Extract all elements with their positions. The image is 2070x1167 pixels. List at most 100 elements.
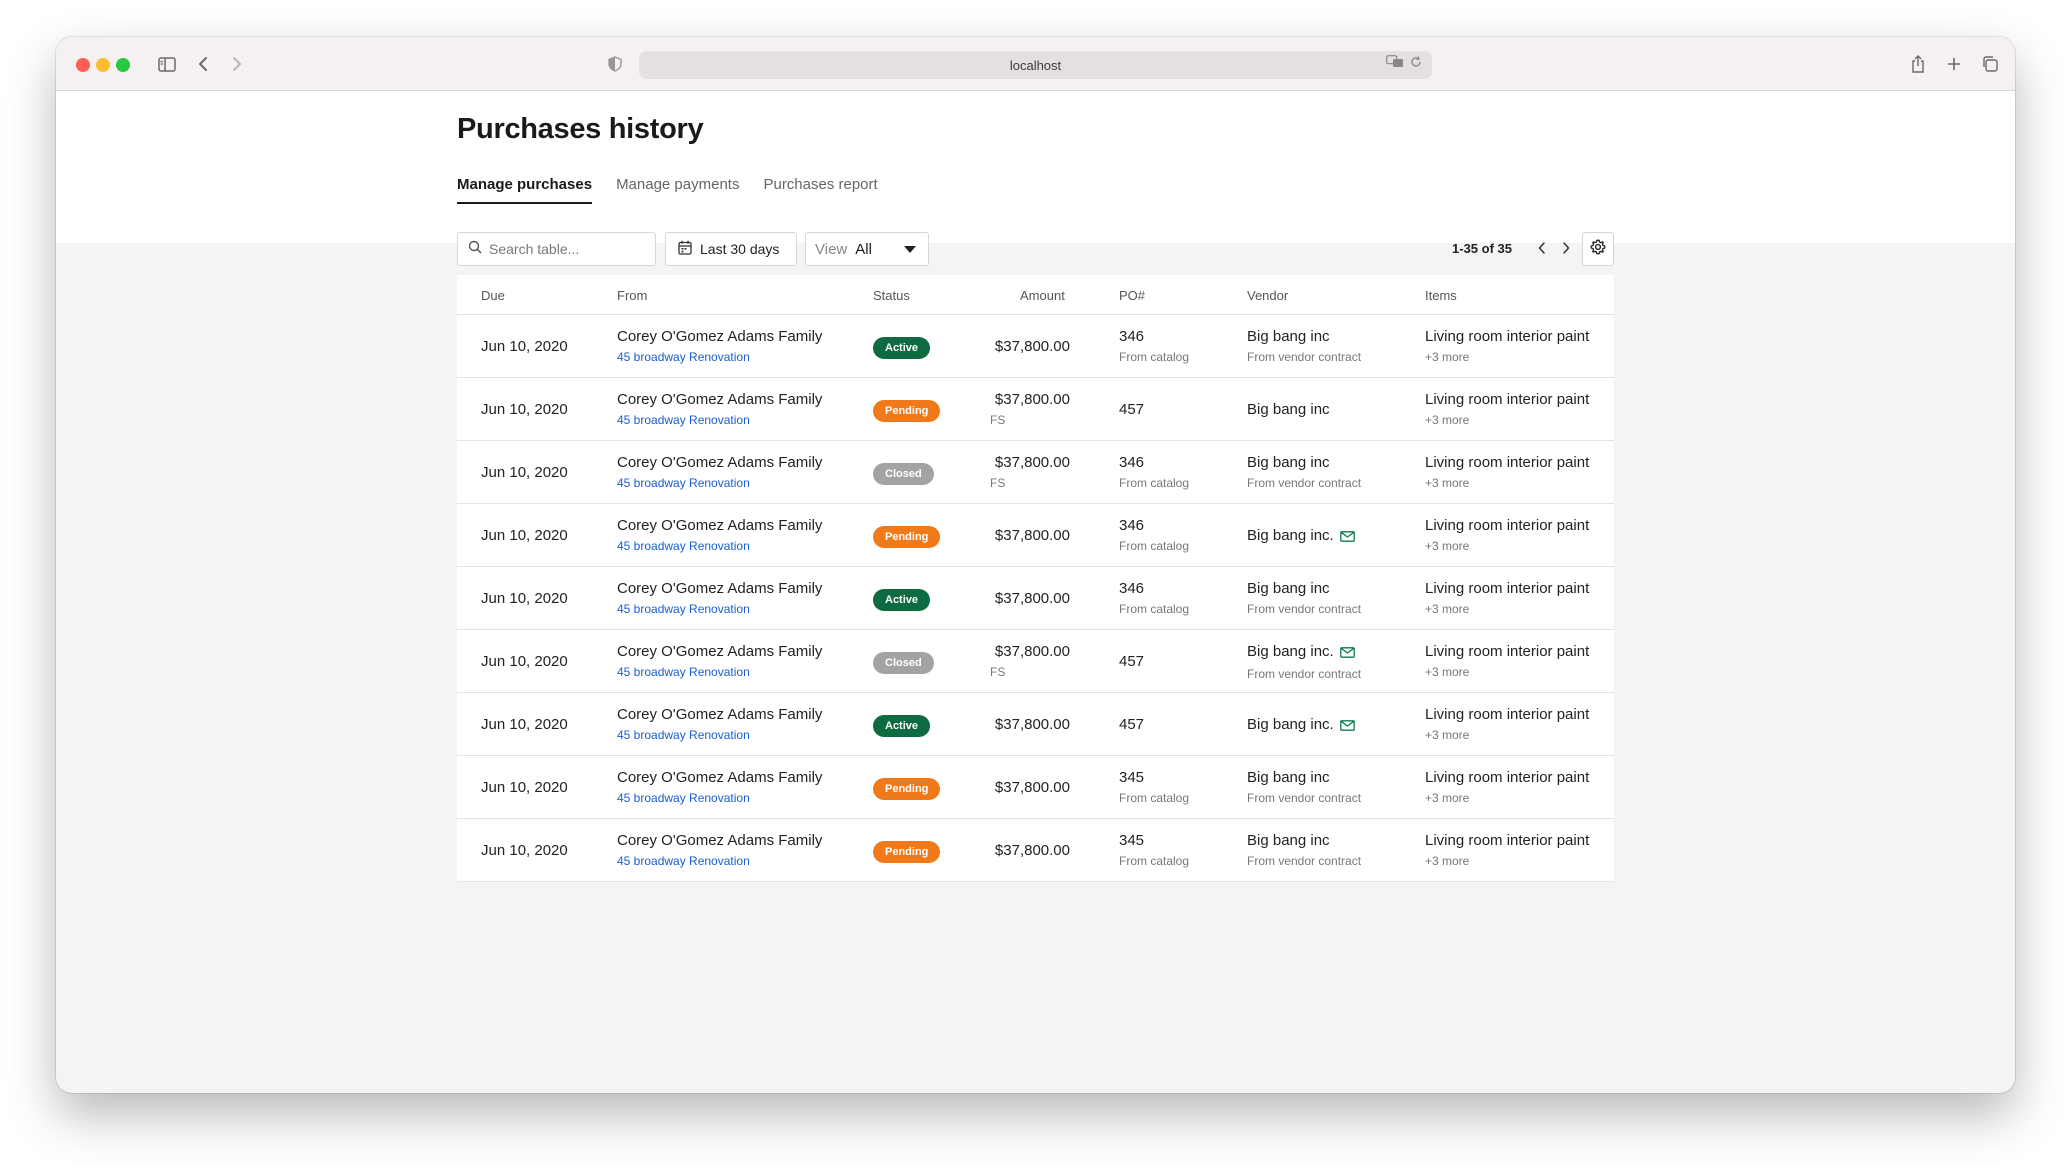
vendor-name-line: Big bang inc xyxy=(1247,328,1361,346)
items-more[interactable]: +3 more xyxy=(1425,790,1589,806)
po-note: From catalog xyxy=(1119,539,1190,553)
table-row[interactable]: Jun 10, 2020 Corey O'Gomez Adams Family 45… xyxy=(457,315,1614,378)
column-header-vendor[interactable]: Vendor xyxy=(1247,288,1288,303)
items-more[interactable]: +3 more xyxy=(1425,349,1589,365)
project-link[interactable]: 45 broadway Renovation xyxy=(617,349,822,365)
items-more[interactable]: +3 more xyxy=(1425,853,1589,869)
mail-icon[interactable] xyxy=(1339,718,1355,736)
table-row[interactable]: Jun 10, 2020 Corey O'Gomez Adams Family 45… xyxy=(457,693,1614,756)
items-cell: Living room interior paint +3 more xyxy=(1425,517,1589,554)
po-number: 457 xyxy=(1119,401,1145,418)
column-header-due[interactable]: Due xyxy=(481,288,505,303)
sidebar-toggle-icon[interactable] xyxy=(154,51,180,77)
amount-value: $37,800.00 xyxy=(994,779,1070,796)
table-row[interactable]: Jun 10, 2020 Corey O'Gomez Adams Family 45… xyxy=(457,819,1614,882)
amount-cell: $37,800.00 FS xyxy=(990,391,1070,428)
items-more[interactable]: +3 more xyxy=(1425,538,1589,554)
column-header-from[interactable]: From xyxy=(617,288,647,303)
page-header: Purchases history Manage purchases Manag… xyxy=(56,91,2015,243)
due-date: Jun 10, 2020 xyxy=(481,842,568,859)
table-row[interactable]: Jun 10, 2020 Corey O'Gomez Adams Family 45… xyxy=(457,756,1614,819)
items-more[interactable]: +3 more xyxy=(1425,601,1589,617)
reload-icon[interactable] xyxy=(1410,55,1422,71)
item-name: Living room interior paint xyxy=(1425,769,1590,786)
amount-value: $37,800.00 xyxy=(994,527,1070,544)
column-header-po[interactable]: PO# xyxy=(1119,288,1145,303)
project-link[interactable]: 45 broadway Renovation xyxy=(617,601,822,617)
translate-icon[interactable] xyxy=(1386,55,1404,71)
item-name: Living room interior paint xyxy=(1425,328,1590,345)
table-row[interactable]: Jun 10, 2020 Corey O'Gomez Adams Family 45… xyxy=(457,378,1614,441)
view-label: View xyxy=(815,240,848,258)
browser-titlebar: localhost xyxy=(56,37,2015,91)
from-name: Corey O'Gomez Adams Family xyxy=(617,643,823,660)
close-window-button[interactable] xyxy=(76,58,90,72)
vendor-cell: Big bang inc From vendor contract xyxy=(1247,454,1361,491)
column-header-status[interactable]: Status xyxy=(873,288,910,303)
tab-purchases-report[interactable]: Purchases report xyxy=(763,176,877,204)
amount-cell: $37,800.00 xyxy=(990,706,1070,734)
caret-down-icon xyxy=(904,246,916,253)
po-number: 346 xyxy=(1119,454,1145,471)
column-header-items[interactable]: Items xyxy=(1425,288,1457,303)
items-more[interactable]: +3 more xyxy=(1425,664,1589,680)
search-box[interactable] xyxy=(457,232,656,266)
minimize-window-button[interactable] xyxy=(96,58,110,72)
table-row[interactable]: Jun 10, 2020 Corey O'Gomez Adams Family 45… xyxy=(457,504,1614,567)
date-range-button[interactable]: Last 30 days xyxy=(665,232,797,266)
po-note: From catalog xyxy=(1119,602,1190,616)
amount-value: $37,800.00 xyxy=(994,716,1070,733)
mail-icon[interactable] xyxy=(1339,645,1355,663)
date-range-label: Last 30 days xyxy=(700,241,780,257)
project-link[interactable]: 45 broadway Renovation xyxy=(617,412,822,428)
view-select[interactable]: View All xyxy=(805,232,929,266)
vendor-name: Big bang inc xyxy=(1247,454,1330,471)
forward-icon[interactable] xyxy=(226,51,248,77)
column-header-amount[interactable]: Amount xyxy=(1020,288,1065,303)
project-link[interactable]: 45 broadway Renovation xyxy=(617,853,822,869)
project-link[interactable]: 45 broadway Renovation xyxy=(617,538,822,554)
vendor-name-line: Big bang inc xyxy=(1247,769,1361,787)
table-row[interactable]: Jun 10, 2020 Corey O'Gomez Adams Family 45… xyxy=(457,441,1614,504)
from-cell: Corey O'Gomez Adams Family 45 broadway Re… xyxy=(617,643,822,680)
due-date: Jun 10, 2020 xyxy=(481,338,568,355)
vendor-name: Big bang inc xyxy=(1247,832,1330,849)
chevron-right-icon[interactable] xyxy=(1554,236,1578,260)
tab-overview-icon[interactable] xyxy=(1979,51,2001,77)
address-bar[interactable]: localhost xyxy=(639,51,1432,79)
new-tab-icon[interactable] xyxy=(1943,51,1965,77)
mail-icon[interactable] xyxy=(1339,529,1355,547)
amount-note: FS xyxy=(990,413,1006,427)
items-more[interactable]: +3 more xyxy=(1425,412,1589,428)
items-cell: Living room interior paint +3 more xyxy=(1425,391,1589,428)
maximize-window-button[interactable] xyxy=(116,58,130,72)
tab-manage-payments[interactable]: Manage payments xyxy=(616,176,739,204)
status-cell: Active xyxy=(873,589,931,611)
item-name: Living room interior paint xyxy=(1425,454,1590,471)
table-row[interactable]: Jun 10, 2020 Corey O'Gomez Adams Family 45… xyxy=(457,630,1614,693)
amount-cell: $37,800.00 xyxy=(990,328,1070,356)
tab-manage-purchases[interactable]: Manage purchases xyxy=(457,176,593,204)
page-title: Purchases history xyxy=(457,113,704,145)
items-more[interactable]: +3 more xyxy=(1425,475,1589,491)
status-cell: Pending xyxy=(873,400,941,422)
po-number: 457 xyxy=(1119,716,1145,733)
po-number: 345 xyxy=(1119,832,1145,849)
chevron-left-icon[interactable] xyxy=(1530,236,1554,260)
status-badge: Closed xyxy=(873,463,934,485)
vendor-note: From vendor contract xyxy=(1247,350,1362,364)
project-link[interactable]: 45 broadway Renovation xyxy=(617,727,822,743)
table-row[interactable]: Jun 10, 2020 Corey O'Gomez Adams Family 45… xyxy=(457,567,1614,630)
privacy-shield-icon[interactable] xyxy=(604,51,626,77)
item-name: Living room interior paint xyxy=(1425,391,1590,408)
back-icon[interactable] xyxy=(192,51,214,77)
project-link[interactable]: 45 broadway Renovation xyxy=(617,475,822,491)
project-link[interactable]: 45 broadway Renovation xyxy=(617,664,822,680)
items-more[interactable]: +3 more xyxy=(1425,727,1589,743)
project-link[interactable]: 45 broadway Renovation xyxy=(617,790,822,806)
search-input[interactable] xyxy=(489,241,639,257)
po-cell: 346 From catalog xyxy=(1119,328,1189,365)
due-date: Jun 10, 2020 xyxy=(481,590,568,607)
table-settings-button[interactable] xyxy=(1582,232,1614,266)
share-icon[interactable] xyxy=(1907,51,1929,77)
